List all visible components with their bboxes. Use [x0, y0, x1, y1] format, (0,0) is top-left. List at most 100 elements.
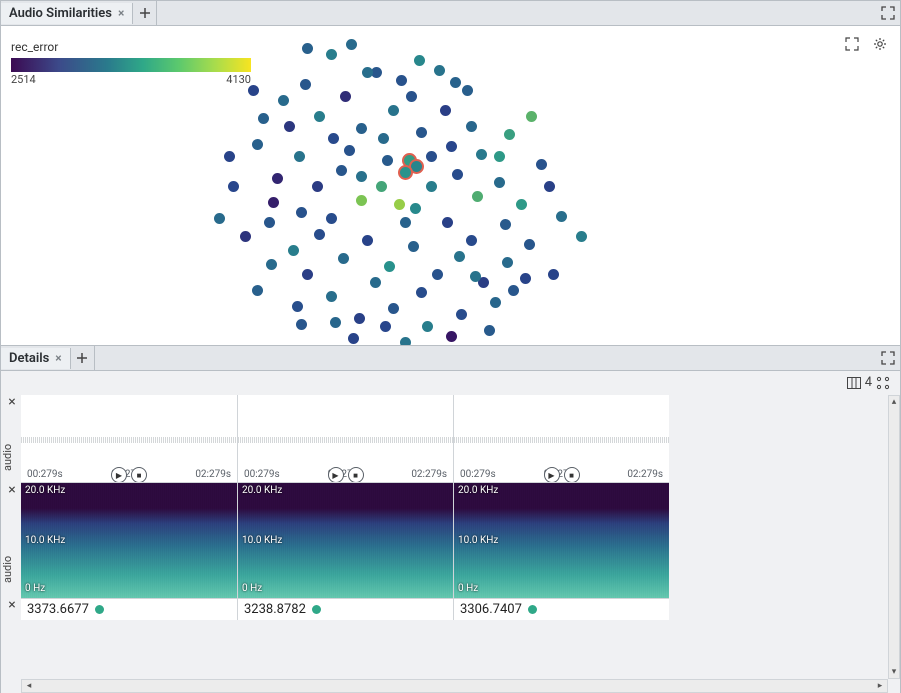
maximize-icon[interactable] — [876, 346, 900, 370]
scatter-point[interactable] — [258, 113, 269, 124]
scatter-point[interactable] — [446, 141, 457, 152]
scatter-point[interactable] — [456, 309, 467, 320]
scatter-point[interactable] — [336, 165, 347, 176]
scatter-point[interactable] — [272, 173, 283, 184]
scatter-point[interactable] — [520, 273, 531, 284]
scatter-point[interactable] — [330, 317, 341, 328]
scatter-point[interactable] — [348, 333, 359, 344]
vertical-scrollbar[interactable]: ▴ ▾ — [888, 395, 900, 679]
scatter-point[interactable] — [484, 325, 495, 336]
tab-details[interactable]: Details × — [1, 348, 71, 369]
waveform[interactable]: 00:279s01:279s02:279s▶■ — [238, 395, 453, 483]
scatter-point[interactable] — [470, 271, 481, 282]
play-icon[interactable]: ▶ — [544, 467, 560, 483]
play-icon[interactable]: ▶ — [328, 467, 344, 483]
scatter-point[interactable] — [388, 303, 399, 314]
scatter-point[interactable] — [396, 75, 407, 86]
scatter-point[interactable] — [452, 169, 463, 180]
close-icon[interactable]: × — [5, 598, 19, 612]
scatter-point[interactable] — [384, 261, 395, 272]
scroll-down-icon[interactable]: ▾ — [889, 666, 899, 678]
scatter-point[interactable] — [356, 171, 367, 182]
horizontal-scrollbar[interactable]: ◂ ▸ — [21, 679, 888, 693]
scatter-point[interactable] — [356, 123, 367, 134]
grid-settings-icon[interactable] — [876, 376, 890, 390]
scatter-plot[interactable] — [1, 26, 900, 345]
scatter-point[interactable] — [294, 151, 305, 162]
scatter-point[interactable] — [228, 181, 239, 192]
scatter-point[interactable] — [410, 203, 421, 214]
scatter-point[interactable] — [548, 269, 559, 280]
scatter-point[interactable] — [264, 217, 275, 228]
scatter-point-selected[interactable] — [400, 167, 411, 178]
scatter-point[interactable] — [248, 85, 259, 96]
scatter-point[interactable] — [426, 181, 437, 192]
scatter-point[interactable] — [524, 239, 535, 250]
scatter-point[interactable] — [302, 43, 313, 54]
scroll-right-icon[interactable]: ▸ — [873, 680, 887, 692]
scatter-point[interactable] — [494, 177, 505, 188]
scatter-point-selected[interactable] — [411, 161, 422, 172]
stop-icon[interactable]: ■ — [348, 467, 364, 483]
scatter-point[interactable] — [300, 79, 311, 90]
scatter-point[interactable] — [266, 259, 277, 270]
scatter-point[interactable] — [500, 219, 511, 230]
scroll-up-icon[interactable]: ▴ — [889, 396, 899, 408]
scatter-point[interactable] — [504, 129, 515, 140]
scatter-point[interactable] — [268, 197, 279, 208]
scatter-point[interactable] — [312, 181, 323, 192]
scatter-point[interactable] — [466, 235, 477, 246]
scatter-point[interactable] — [362, 235, 373, 246]
scatter-point[interactable] — [326, 291, 337, 302]
scatter-point[interactable] — [440, 105, 451, 116]
scatter-point[interactable] — [394, 199, 405, 210]
close-icon[interactable]: × — [55, 351, 61, 365]
scatter-point[interactable] — [432, 269, 443, 280]
scatter-point[interactable] — [476, 149, 487, 160]
scatter-point[interactable] — [314, 229, 325, 240]
scroll-left-icon[interactable]: ◂ — [22, 680, 36, 692]
spectrogram[interactable]: 20.0 KHz10.0 KHz0 Hz — [454, 483, 669, 598]
scatter-point[interactable] — [466, 121, 477, 132]
scatter-point[interactable] — [370, 277, 381, 288]
scatter-point[interactable] — [296, 207, 307, 218]
spectrogram[interactable]: 20.0 KHz10.0 KHz0 Hz — [238, 483, 453, 598]
scatter-point[interactable] — [508, 285, 519, 296]
scatter-point[interactable] — [406, 91, 417, 102]
scatter-point[interactable] — [378, 133, 389, 144]
scatter-point[interactable] — [494, 151, 505, 162]
scatter-point[interactable] — [414, 55, 425, 66]
scatter-point[interactable] — [376, 181, 387, 192]
scatter-point[interactable] — [252, 139, 263, 150]
close-icon[interactable]: × — [5, 395, 19, 409]
scatter-point[interactable] — [472, 191, 483, 202]
scatter-point[interactable] — [224, 151, 235, 162]
scatter-point[interactable] — [516, 199, 527, 210]
scatter-point[interactable] — [490, 297, 501, 308]
scatter-point[interactable] — [340, 91, 351, 102]
scatter-point[interactable] — [556, 211, 567, 222]
scatter-point[interactable] — [346, 39, 357, 50]
scatter-point[interactable] — [356, 195, 367, 206]
scatter-point[interactable] — [382, 155, 393, 166]
scatter-point[interactable] — [416, 287, 427, 298]
scatter-point[interactable] — [326, 213, 337, 224]
scatter-point[interactable] — [426, 151, 437, 162]
scatter-point[interactable] — [544, 181, 555, 192]
scatter-point[interactable] — [388, 105, 399, 116]
scatter-point[interactable] — [576, 231, 587, 242]
scatter-point[interactable] — [434, 65, 445, 76]
maximize-icon[interactable] — [876, 1, 900, 25]
scatter-point[interactable] — [362, 67, 373, 78]
add-tab-button[interactable] — [133, 1, 157, 25]
scatter-point[interactable] — [314, 111, 325, 122]
scatter-point[interactable] — [416, 127, 427, 138]
scatter-point[interactable] — [442, 217, 453, 228]
waveform[interactable]: 00:279s01:279s02:279s▶■ — [454, 395, 669, 483]
stop-icon[interactable]: ■ — [564, 467, 580, 483]
scatter-point[interactable] — [338, 253, 349, 264]
scatter-point[interactable] — [278, 95, 289, 106]
scatter-point[interactable] — [462, 85, 473, 96]
scatter-point[interactable] — [446, 331, 457, 342]
scatter-point[interactable] — [288, 245, 299, 256]
